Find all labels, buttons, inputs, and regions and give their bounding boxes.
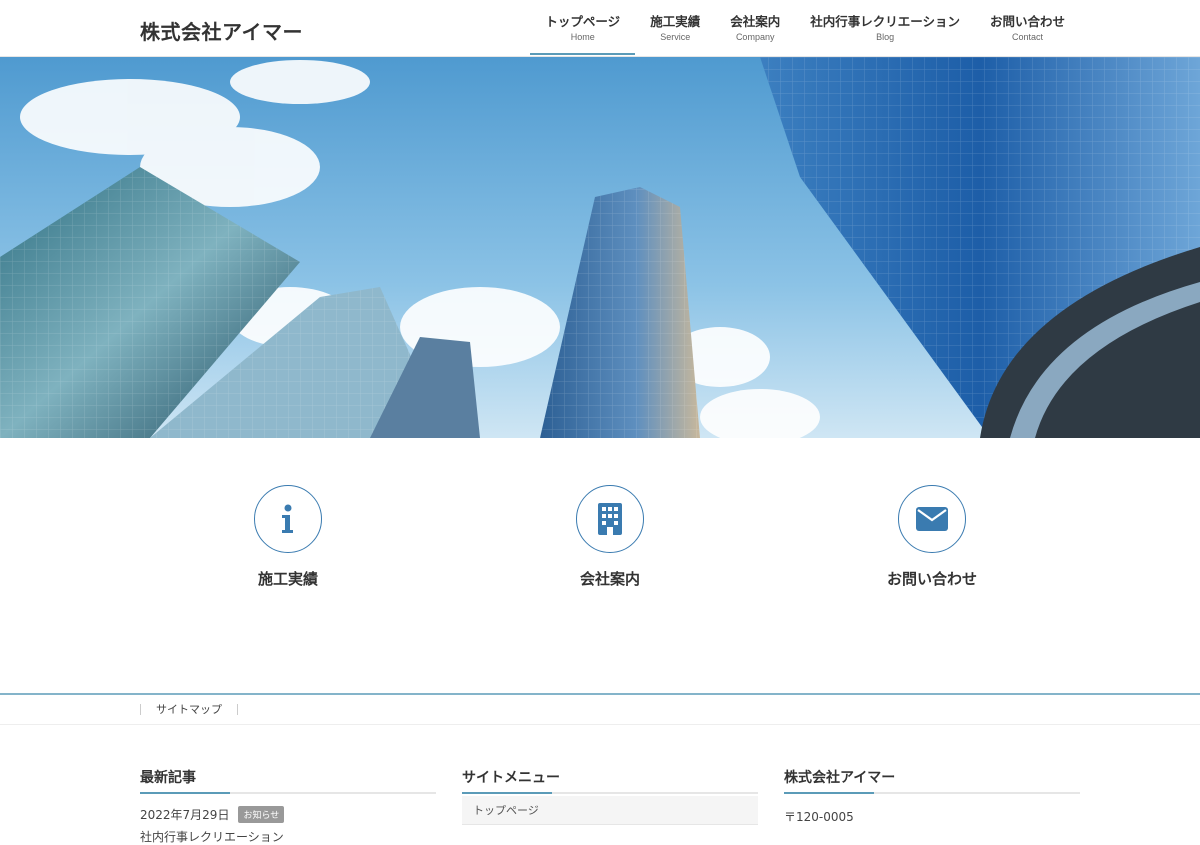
- nav-company[interactable]: 会社案内 Company: [715, 0, 795, 57]
- nav-blog[interactable]: 社内行事レクリエーション Blog: [795, 0, 975, 57]
- widget-title: サイトメニュー: [462, 767, 758, 794]
- nav-label: トップページ: [545, 14, 621, 29]
- pr-title: 会社案内: [579, 570, 640, 588]
- news-title[interactable]: 社内行事レクリエーション: [140, 828, 436, 845]
- company-address: 〒120-0005: [784, 810, 854, 824]
- nav-label: 施工実績: [650, 14, 701, 29]
- widget-title: 最新記事: [140, 767, 436, 794]
- widget-recent-posts: 最新記事 2022年7月29日 お知らせ 社内行事レクリエーション: [140, 767, 436, 845]
- widget-site-menu: サイトメニュー トップページ: [462, 767, 758, 825]
- nav-service[interactable]: 施工実績 Service: [635, 0, 715, 57]
- nav-label: お問い合わせ: [989, 14, 1065, 29]
- pr-block-contact[interactable]: お問い合わせ: [832, 485, 1032, 589]
- category-badge: お知らせ: [238, 806, 285, 823]
- nav-sublabel: Service: [660, 32, 691, 43]
- pr-title: お問い合わせ: [886, 570, 977, 588]
- nav-contact[interactable]: お問い合わせ Contact: [975, 0, 1080, 57]
- skyscraper-illustration: [0, 57, 1200, 438]
- nav-home[interactable]: トップページ Home: [530, 0, 635, 57]
- global-nav: トップページ Home 施工実績 Service 会社案内 Company 社内…: [530, 0, 1080, 57]
- info-icon: [254, 485, 322, 553]
- envelope-icon: [898, 485, 966, 553]
- nav-sublabel: Company: [735, 32, 775, 43]
- widget-company: 株式会社アイマー 〒120-0005: [784, 767, 1080, 825]
- nav-label: 会社案内: [730, 14, 781, 29]
- nav-sublabel: Blog: [876, 32, 895, 43]
- nav-sublabel: Home: [570, 32, 595, 43]
- site-logo[interactable]: 株式会社アイマー: [140, 16, 303, 45]
- hero-image: [0, 57, 1200, 438]
- widget-title: 株式会社アイマー: [784, 767, 1080, 794]
- building-icon: [576, 485, 644, 553]
- menu-item-top[interactable]: トップページ: [462, 796, 758, 825]
- news-item[interactable]: 2022年7月29日 お知らせ: [140, 806, 436, 823]
- nav-sublabel: Contact: [1011, 32, 1043, 43]
- nav-label: 社内行事レクリエーション: [810, 14, 960, 29]
- pr-block-service[interactable]: 施工実績: [188, 485, 388, 589]
- site-header: 株式会社アイマー トップページ Home 施工実績 Service 会社案内 C…: [0, 0, 1200, 57]
- sitemap-link[interactable]: サイトマップ: [140, 704, 238, 715]
- footer-nav: サイトマップ: [0, 695, 1200, 725]
- pr-title: 施工実績: [257, 570, 318, 588]
- pr-block-company[interactable]: 会社案内: [510, 485, 710, 589]
- news-date: 2022年7月29日: [140, 808, 230, 822]
